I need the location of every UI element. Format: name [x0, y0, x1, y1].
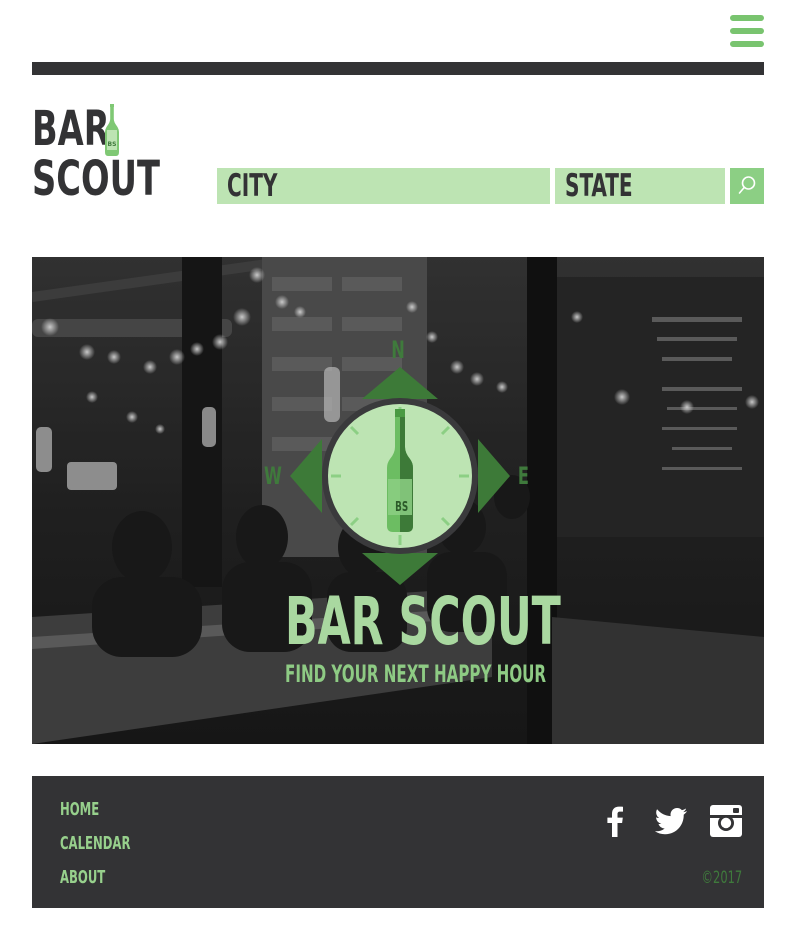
site-logo[interactable]: BAR SCOUT BS — [32, 104, 160, 208]
facebook-icon[interactable] — [598, 804, 632, 838]
compass-west-label: W — [263, 462, 282, 490]
menu-line — [730, 41, 764, 47]
menu-line — [730, 15, 764, 21]
site-footer: HOME CALENDAR ABOUT ©2017 — [32, 776, 764, 908]
hero-tagline: FIND YOUR NEXT HAPPY HOUR — [285, 660, 547, 688]
instagram-icon[interactable] — [709, 804, 743, 838]
logo-wordmark: BAR SCOUT — [32, 104, 160, 204]
compass-east-label: E — [517, 462, 529, 490]
compass-north-label: N — [391, 336, 405, 364]
hero-banner: N W E BS BAR SCOUT FIND YOUR NEXT HAPPY … — [32, 257, 764, 744]
logo-line-bar: BAR — [32, 101, 110, 157]
copyright-text: ©2017 — [701, 868, 742, 888]
footer-link-home[interactable]: HOME — [60, 800, 99, 820]
hero-title: BAR SCOUT — [285, 583, 561, 660]
footer-link-calendar[interactable]: CALENDAR — [60, 834, 130, 854]
state-field-label: STATE — [565, 168, 633, 204]
hamburger-menu-icon[interactable] — [730, 15, 764, 48]
search-icon — [738, 176, 756, 194]
header-divider — [32, 62, 764, 75]
menu-line — [730, 28, 764, 34]
svg-text:BS: BS — [108, 141, 117, 148]
state-field[interactable]: STATE — [555, 168, 725, 204]
logo-line-scout: SCOUT — [32, 151, 160, 207]
twitter-icon[interactable] — [654, 804, 688, 838]
city-field[interactable]: CITY — [217, 168, 550, 204]
city-field-label: CITY — [227, 168, 278, 204]
compass-bottle-label: BS — [395, 500, 409, 515]
search-button[interactable] — [730, 168, 764, 204]
beer-bottle-icon: BS — [105, 104, 119, 156]
footer-link-about[interactable]: ABOUT — [60, 868, 105, 888]
